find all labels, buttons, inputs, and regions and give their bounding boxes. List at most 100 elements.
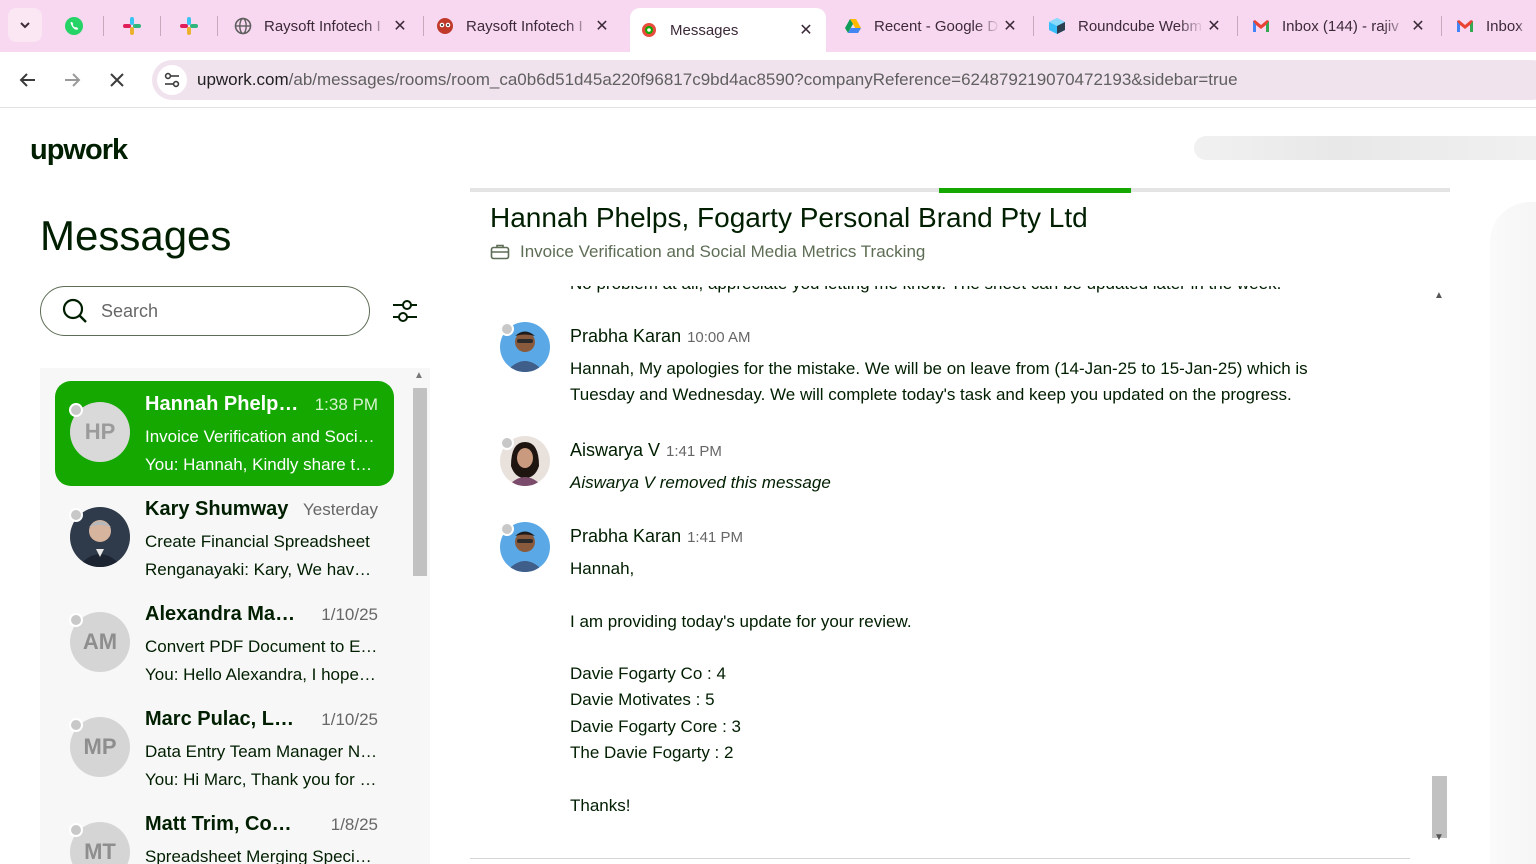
browser-tab-6[interactable]: Inbox (144) - rajiv ✕ xyxy=(1242,8,1438,44)
upwork-page: upwork Messages HP Hannah Phelps, Fogart… xyxy=(0,108,1536,864)
room-subject: Spreadsheet Merging Specialist xyxy=(145,847,379,864)
slack-icon xyxy=(123,17,141,35)
room-item-matt-trim[interactable]: MT Matt Trim, Commercial 1/8/25 Spreadsh… xyxy=(55,801,394,864)
scroll-up-arrow-icon[interactable]: ▲ xyxy=(414,370,424,381)
url-text: upwork.com/ab/messages/rooms/room_ca0b6d… xyxy=(197,70,1238,90)
search-input[interactable] xyxy=(101,300,341,322)
tab-close-icon[interactable]: ✕ xyxy=(592,16,612,36)
presence-dot xyxy=(69,613,83,627)
message-line: Tuesday and Wednesday. We will complete … xyxy=(570,385,1292,405)
scrollbar-thumb[interactable] xyxy=(413,388,427,576)
tab-title: Roundcube Webm xyxy=(1078,17,1202,35)
message-line: Davie Fogarty Core : 3 xyxy=(570,716,742,736)
gmail-icon xyxy=(1456,17,1474,35)
presence-dot xyxy=(500,436,514,450)
page-title: Messages xyxy=(40,212,232,259)
search-icon xyxy=(62,298,87,323)
message-line: Hannah, xyxy=(570,559,635,578)
loading-progress-bar xyxy=(939,188,1132,193)
room-subject: Data Entry Team Manager Needed xyxy=(145,742,379,761)
message-line xyxy=(570,582,1350,608)
browser-tab-7[interactable]: Inbox - xyxy=(1446,8,1536,44)
message-body: Hannah, I am providing today's update fo… xyxy=(570,556,1350,819)
room-item-hannah-phelps[interactable]: HP Hannah Phelps, Fogarty Personal Brand… xyxy=(55,381,394,486)
presence-dot xyxy=(500,322,514,336)
tab-search-button[interactable] xyxy=(8,8,42,42)
message-time: 1:41 PM xyxy=(687,529,743,546)
message-author[interactable]: Prabha Karan xyxy=(570,526,681,546)
room-list-scrollbar[interactable]: ▲ xyxy=(410,368,430,864)
chevron-down-icon xyxy=(20,22,30,29)
browser-tab-messages[interactable]: Messages ✕ xyxy=(630,8,826,52)
message-author[interactable]: Aiswarya V xyxy=(570,440,660,460)
room-name: Alexandra Mayzlin xyxy=(145,603,305,625)
upwork-favicon-icon xyxy=(640,21,658,39)
tab-close-icon[interactable]: ✕ xyxy=(1204,16,1224,36)
browser-tab-4[interactable]: Recent - Google D ✕ xyxy=(834,8,1030,44)
pinned-tab-whatsapp[interactable] xyxy=(56,10,92,42)
message-line xyxy=(570,766,1350,792)
tab-close-icon[interactable]: ✕ xyxy=(796,20,816,40)
site-info-button[interactable] xyxy=(157,65,187,95)
room-item-marc-pulac[interactable]: MP Marc Pulac, Lakeside 1/10/25 Data Ent… xyxy=(55,696,394,801)
presence-dot xyxy=(69,403,83,417)
header-loading-skeleton xyxy=(1194,136,1536,160)
room-list: HP Hannah Phelps, Fogarty Personal Brand… xyxy=(40,368,430,864)
partially-scrolled-message: No problem at all, appreciate you lettin… xyxy=(570,286,1281,294)
roundcube-icon xyxy=(1048,17,1066,35)
filter-button[interactable] xyxy=(388,294,422,328)
message-body-removed: Aiswarya V removed this message xyxy=(570,470,1350,496)
room-date: 1/10/25 xyxy=(321,710,378,729)
presence-dot xyxy=(69,718,83,732)
close-icon xyxy=(110,73,124,87)
globe-icon xyxy=(234,17,252,35)
tab-title: Inbox - xyxy=(1486,17,1526,35)
scrollbar-thumb[interactable] xyxy=(1432,776,1447,838)
search-box[interactable] xyxy=(40,286,370,336)
browser-tab-5[interactable]: Roundcube Webm ✕ xyxy=(1038,8,1234,44)
address-bar[interactable]: upwork.com/ab/messages/rooms/room_ca0b6d… xyxy=(152,60,1536,100)
chat-contract-link[interactable]: Invoice Verification and Social Media Me… xyxy=(490,242,925,262)
message-line: The Davie Fogarty : 2 xyxy=(570,743,734,763)
room-item-kary-shumway[interactable]: Kary Shumway Yesterday Create Financial … xyxy=(55,486,394,591)
message-time: 1:41 PM xyxy=(666,443,722,460)
tune-icon xyxy=(164,72,180,88)
upwork-logo[interactable]: upwork xyxy=(30,134,128,167)
chat-subtitle: Invoice Verification and Social Media Me… xyxy=(520,242,926,261)
tab-close-icon[interactable]: ✕ xyxy=(1000,16,1020,36)
tab-title: Recent - Google D xyxy=(874,17,999,35)
room-name: Hannah Phelps, Fogarty Personal Brand Pt… xyxy=(145,393,305,415)
arrow-right-icon xyxy=(65,73,81,87)
room-subject: Invoice Verification and Social Media Me… xyxy=(145,427,379,446)
message-line: Aiswarya V removed this message xyxy=(570,473,831,492)
tab-title: Inbox (144) - rajiv xyxy=(1282,17,1399,35)
message-author[interactable]: Prabha Karan xyxy=(570,326,681,346)
message-line: Thanks! xyxy=(570,795,631,815)
scroll-up-arrow-icon[interactable]: ▲ xyxy=(1434,290,1444,301)
tab-close-icon[interactable]: ✕ xyxy=(390,16,410,36)
chat-scrollbar[interactable]: ▲ ▼ xyxy=(1430,286,1450,864)
pinned-tab-slack-1[interactable] xyxy=(114,10,150,42)
scroll-down-arrow-icon[interactable]: ▼ xyxy=(1434,832,1444,843)
tab-title: Raysoft Infotech I xyxy=(264,17,381,35)
room-preview: You: Hannah, Kindly share the invoice xyxy=(145,455,379,474)
browser-tab-2[interactable]: Raysoft Infotech I ✕ xyxy=(426,8,622,44)
tab-close-icon[interactable]: ✕ xyxy=(1408,16,1428,36)
pinned-tab-slack-2[interactable] xyxy=(171,10,207,42)
browser-tabstrip: Raysoft Infotech I ✕ Raysoft Infotech I … xyxy=(0,0,1536,52)
room-item-alexandra-mayzlin[interactable]: AM Alexandra Mayzlin 1/10/25 Convert PDF… xyxy=(55,591,394,696)
browser-tab-1[interactable]: Raysoft Infotech I ✕ xyxy=(224,8,420,44)
whatsapp-icon xyxy=(65,17,83,35)
forward-button[interactable] xyxy=(56,64,88,96)
room-subject: Create Financial Spreadsheet xyxy=(145,532,370,551)
arrow-left-icon xyxy=(19,73,35,87)
room-date: Yesterday xyxy=(303,500,378,519)
browser-toolbar: upwork.com/ab/messages/rooms/room_ca0b6d… xyxy=(0,52,1536,108)
composer-divider xyxy=(470,858,1410,859)
chat-title[interactable]: Hannah Phelps, Fogarty Personal Brand Pt… xyxy=(490,202,1088,234)
room-date: 1:38 PM xyxy=(314,395,378,414)
message-line: Hannah, My apologies for the mistake. We… xyxy=(570,359,1308,378)
stop-loading-button[interactable] xyxy=(101,64,133,96)
url-path: /ab/messages/rooms/room_ca0b6d51d45a220f… xyxy=(288,70,1238,89)
back-button[interactable] xyxy=(12,64,44,96)
